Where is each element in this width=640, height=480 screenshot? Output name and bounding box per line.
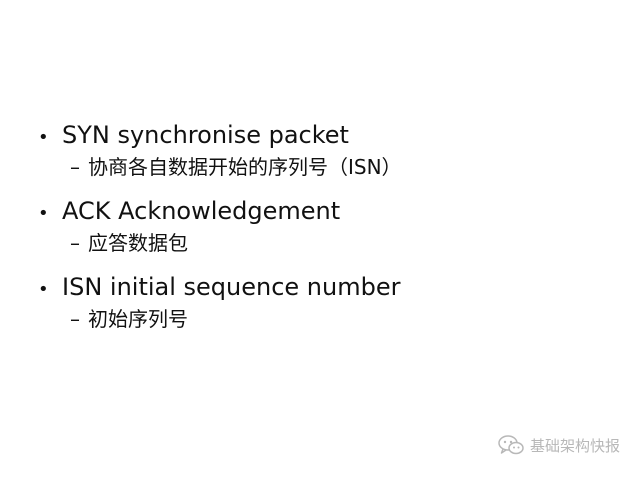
- wechat-icon: [498, 435, 524, 455]
- bullet-line: • ISN initial sequence number: [38, 270, 598, 304]
- sub-bullet-text: 应答数据包: [88, 231, 188, 255]
- bullet-text: ACK Acknowledgement: [62, 197, 341, 225]
- sub-bullet-line: – 应答数据包: [38, 228, 598, 258]
- bullet-text: SYN synchronise packet: [62, 121, 349, 149]
- sub-bullet-text: 协商各自数据开始的序列号（ISN）: [88, 155, 402, 179]
- bullet-line: • SYN synchronise packet: [38, 118, 598, 152]
- bullet-item-isn: • ISN initial sequence number – 初始序列号: [38, 270, 598, 334]
- bullet-line: • ACK Acknowledgement: [38, 194, 598, 228]
- sub-bullet-dash: –: [70, 155, 80, 179]
- sub-bullet-dash: –: [70, 231, 80, 255]
- sub-bullet-line: – 协商各自数据开始的序列号（ISN）: [38, 152, 598, 182]
- bullet-item-syn: • SYN synchronise packet – 协商各自数据开始的序列号（…: [38, 118, 598, 182]
- watermark-label: 基础架构快报: [529, 436, 620, 455]
- sub-bullet-line: – 初始序列号: [38, 304, 598, 334]
- bullet-list: • SYN synchronise packet – 协商各自数据开始的序列号（…: [38, 118, 598, 346]
- bullet-text: ISN initial sequence number: [62, 273, 401, 301]
- sub-bullet-text: 初始序列号: [88, 307, 188, 331]
- slide: • SYN synchronise packet – 协商各自数据开始的序列号（…: [0, 0, 640, 480]
- bullet-dot: •: [38, 127, 49, 148]
- watermark: 基础架构快报: [498, 434, 620, 456]
- bullet-dot: •: [38, 203, 49, 224]
- bullet-item-ack: • ACK Acknowledgement – 应答数据包: [38, 194, 598, 258]
- bullet-dot: •: [38, 279, 49, 300]
- sub-bullet-dash: –: [70, 307, 80, 331]
